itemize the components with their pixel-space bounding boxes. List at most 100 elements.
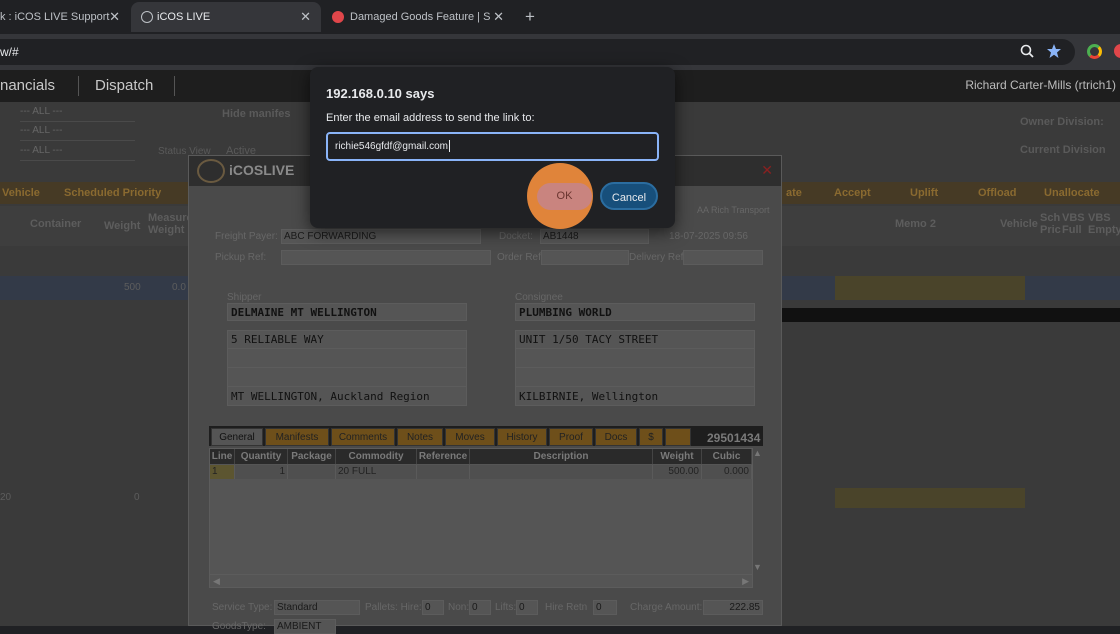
th-cubic[interactable]: Cubic [702,449,752,464]
allocate-button[interactable]: ate [786,182,802,204]
non-label: Non: [448,602,470,613]
lifts-label: Lifts: [495,602,517,613]
goods-type-label: GoodsType: [212,621,266,632]
col-weight[interactable]: Weight [104,220,140,232]
shipper-address-box[interactable]: 5 RELIABLE WAY MT WELLINGTON, Auckland R… [227,330,467,406]
col-container[interactable]: Container [30,218,81,230]
profile-avatar[interactable] [1114,44,1120,58]
order-ref-field[interactable] [541,250,629,265]
tab-history[interactable]: History [497,428,547,446]
extension-icon[interactable] [1087,44,1102,59]
th-quantity[interactable]: Quantity [235,449,288,464]
cell-description[interactable] [470,465,653,479]
consignee-name: PLUMBING WORLD [519,306,612,319]
tab-moves[interactable]: Moves [445,428,495,446]
close-tab-icon[interactable]: ✕ [300,2,311,32]
col-vehicle[interactable]: Vehicle [1000,218,1038,230]
scroll-right-icon[interactable]: ▶ [742,576,749,587]
tab-notes[interactable]: Notes [397,428,443,446]
filter-select[interactable]: --- ALL --- [20,125,135,141]
cell-quantity[interactable]: 1 [235,465,288,479]
vehicle-dropdown[interactable]: Vehicle [2,182,40,204]
filter-select[interactable]: --- ALL --- [20,145,135,161]
tab-manifests[interactable]: Manifests [265,428,329,446]
consignee-name-field[interactable]: PLUMBING WORLD [515,303,755,321]
address-bar[interactable]: w/# [0,39,1075,65]
ok-button[interactable]: OK [537,183,592,210]
service-type-field[interactable]: Standard [274,600,360,615]
shipper-name-field[interactable]: DELMAINE MT WELLINGTON [227,303,467,321]
consignee-address-line: UNIT 1/50 TACY STREET [516,331,754,349]
user-name[interactable]: Richard Carter-Mills (rtrich1) [965,78,1116,92]
scroll-up-icon[interactable]: ▲ [753,448,762,458]
cell-package[interactable] [288,465,336,479]
col-sch-pric[interactable]: Sch Pric [1040,212,1061,236]
nav-financials[interactable]: nancials [0,77,55,94]
filter-select[interactable]: --- ALL --- [20,106,135,122]
uplift-button[interactable]: Uplift [910,182,938,204]
tab-general[interactable]: General [211,428,263,446]
th-line[interactable]: Line [210,449,235,464]
tab-charges[interactable]: $ [639,428,663,446]
icos-logo-icon [197,159,225,183]
modal-tabs: General Manifests Comments Notes Moves H… [209,426,763,446]
bookmark-star-icon[interactable] [1046,43,1062,59]
scheduled-priority-dropdown[interactable]: Scheduled Priority [64,182,161,204]
tab-proof[interactable]: Proof [549,428,593,446]
cancel-button[interactable]: Cancel [600,182,658,210]
th-description[interactable]: Description [470,449,653,464]
consignee-address-box[interactable]: UNIT 1/50 TACY STREET KILBIRNIE, Welling… [515,330,755,406]
shipper-label: Shipper [227,292,262,303]
cell-value: 0 [134,492,140,503]
cell-line[interactable]: 1 [210,465,235,479]
tab-icos-live[interactable]: iCOS LIVE ✕ [131,2,321,32]
cell-commodity[interactable]: 20 FULL [336,465,417,479]
shipper-address-line [228,369,466,387]
lifts-field[interactable]: 0 [516,600,538,615]
zoom-icon[interactable] [1020,44,1034,58]
cell-reference[interactable] [417,465,470,479]
tab-icos-support[interactable]: k : iCOS LIVE Support ✕ [0,2,130,32]
chat-icon[interactable] [665,428,691,446]
goods-type-field[interactable]: AMBIENT [274,619,336,634]
non-field[interactable]: 0 [469,600,491,615]
charge-amount-field[interactable]: 222.85 [703,600,763,615]
hire-retn-field[interactable]: 0 [593,600,617,615]
pickup-ref-field[interactable] [281,250,491,265]
freight-payer-field[interactable]: ABC FORWARDING [281,229,481,244]
scroll-left-icon[interactable]: ◀ [213,576,220,587]
horizontal-scrollbar[interactable]: ◀ ▶ [209,574,753,588]
th-weight[interactable]: Weight [653,449,702,464]
hide-manifest-label[interactable]: Hide manifes [222,108,290,120]
pallets-hire-field[interactable]: 0 [422,600,444,615]
col-vbs-empty[interactable]: VBS Empty [1088,212,1120,236]
docket-field[interactable]: AB1448 [540,229,649,244]
th-reference[interactable]: Reference [417,449,470,464]
tab-comments[interactable]: Comments [331,428,395,446]
scroll-down-icon[interactable]: ▼ [753,562,762,572]
nav-divider [78,76,79,96]
delivery-ref-field[interactable] [683,250,763,265]
browser-toolbar: w/# [0,34,1120,70]
col-measure-weight[interactable]: Measure Weight [148,212,193,236]
cell-cubic[interactable]: 0.000 [702,465,752,479]
cell-weight[interactable]: 500.00 [653,465,702,479]
th-package[interactable]: Package [288,449,336,464]
th-commodity[interactable]: Commodity [336,449,417,464]
tab-docs[interactable]: Docs [595,428,637,446]
close-tab-icon[interactable]: ✕ [493,2,504,32]
cell-measure-weight: 0.0 [172,282,186,293]
col-vbs-full[interactable]: VBS Full [1062,212,1085,236]
col-memo-2[interactable]: Memo 2 [895,218,936,230]
nav-dispatch[interactable]: Dispatch [95,77,153,94]
accept-button[interactable]: Accept [834,182,871,204]
tab-damaged-goods[interactable]: Damaged Goods Feature | Scrib ✕ [322,2,514,32]
close-tab-icon[interactable]: ✕ [109,2,120,32]
email-input[interactable]: richie546gfdf@gmail.com [326,132,659,161]
order-ref-label: Order Ref [497,252,541,263]
freight-payer-label: Freight Payer: [215,231,278,242]
new-tab-button[interactable]: + [518,2,542,32]
close-icon[interactable]: ✕ [761,162,773,179]
unallocate-button[interactable]: Unallocate [1044,182,1100,204]
offload-button[interactable]: Offload [978,182,1017,204]
